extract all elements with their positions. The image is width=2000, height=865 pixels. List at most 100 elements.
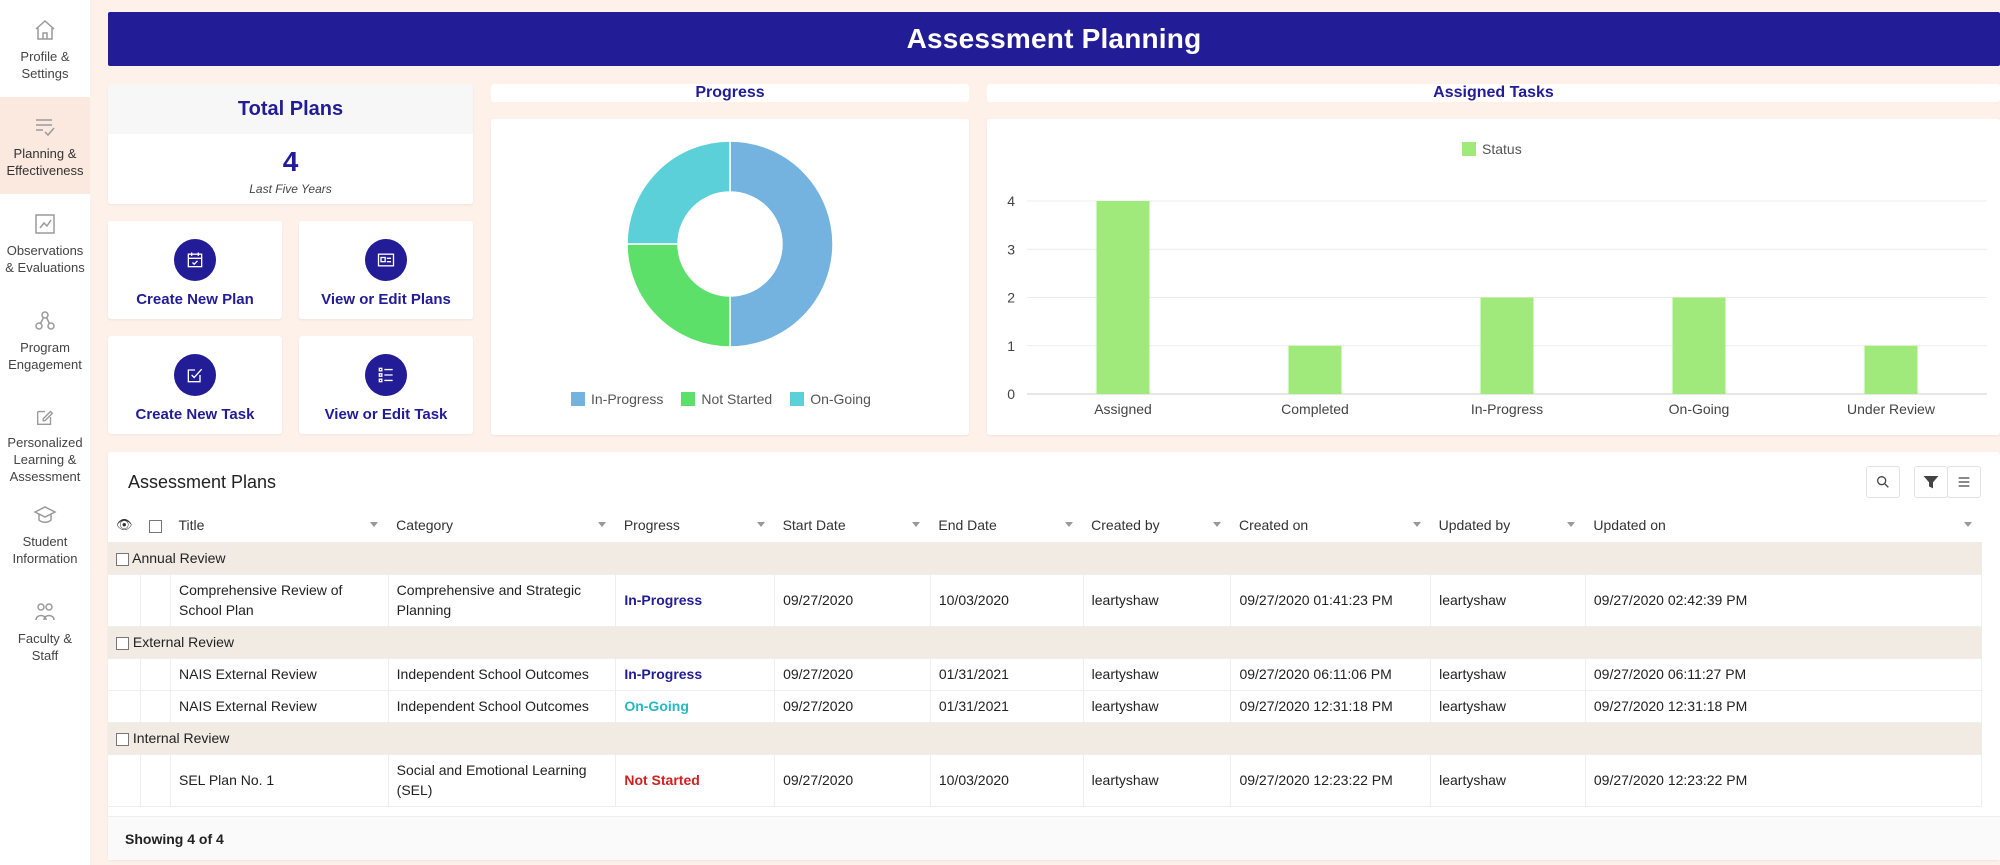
legend-item-in-progress[interactable]: In-Progress xyxy=(571,391,663,407)
column-header-updated-on[interactable]: Updated on xyxy=(1585,508,1982,543)
search-button[interactable] xyxy=(1866,466,1900,498)
bar-under-review[interactable] xyxy=(1864,345,1918,394)
column-label: Category xyxy=(396,516,453,533)
cell-start-date: 09/27/2020 xyxy=(774,574,931,627)
home-icon xyxy=(35,19,55,40)
legend-item-not-started[interactable]: Not Started xyxy=(681,391,772,407)
legend-item-on-going[interactable]: On-Going xyxy=(790,391,871,407)
row-spacer xyxy=(140,754,171,807)
group-checkbox[interactable] xyxy=(116,552,129,566)
sidebar-item-planning[interactable]: Planning & Effectiveness xyxy=(0,97,90,194)
bar-assigned[interactable] xyxy=(1096,201,1150,394)
cell-progress: On-Going xyxy=(615,690,776,723)
group-cell: Internal Review xyxy=(108,722,1982,755)
cell-title[interactable]: NAIS External Review xyxy=(170,658,389,691)
sidebar-item-student[interactable]: Student Information xyxy=(0,485,90,582)
chevron-down-icon[interactable] xyxy=(1065,522,1074,527)
donut-slice-in-progress[interactable] xyxy=(729,140,834,348)
sidebar-item-faculty[interactable]: Faculty & Staff xyxy=(0,582,90,679)
chevron-down-icon[interactable] xyxy=(1212,522,1221,527)
calendar-icon xyxy=(174,239,216,281)
column-header-created-by[interactable]: Created by xyxy=(1083,508,1231,543)
column-header-created-on[interactable]: Created on xyxy=(1230,508,1431,543)
sidebar-item-profile[interactable]: Profile & Settings xyxy=(0,0,90,97)
progress-donut-chart xyxy=(626,140,834,348)
view-plans-button[interactable]: View or Edit Plans xyxy=(299,221,473,319)
y-tick-label: 0 xyxy=(1007,386,1015,402)
filter-button[interactable] xyxy=(1914,466,1948,498)
table-row[interactable]: Comprehensive Review of School Plan Compr… xyxy=(108,574,1983,627)
legend-label: Not Started xyxy=(701,391,773,407)
edit-icon xyxy=(36,410,54,426)
cell-created-on: 09/27/2020 12:31:18 PM xyxy=(1230,690,1432,723)
column-header-category[interactable]: Category xyxy=(388,508,616,543)
tasks-chart-card: Status 0 1 2 3 4 Assigned Completed In-Progress… xyxy=(987,119,2000,435)
legend-swatch xyxy=(681,392,696,406)
group-row[interactable]: Internal Review xyxy=(108,722,1982,755)
chevron-down-icon[interactable] xyxy=(370,522,379,527)
group-icon xyxy=(35,603,55,621)
create-plan-label: Create New Plan xyxy=(136,291,254,308)
cell-created-by: leartyshaw xyxy=(1083,658,1232,691)
table-row[interactable]: NAIS External Review Independent School O… xyxy=(108,658,1983,691)
group-checkbox[interactable] xyxy=(116,732,129,746)
x-tick-label: Assigned xyxy=(1094,401,1152,417)
graduation-icon xyxy=(33,506,57,523)
sidebar-item-program[interactable]: Program Engagement xyxy=(0,291,90,388)
page-title: Assessment Planning xyxy=(906,23,1202,54)
row-spacer xyxy=(108,574,142,627)
legend-label: In-Progress xyxy=(591,391,664,407)
group-label: Annual Review xyxy=(132,550,226,566)
create-task-button[interactable]: Create New Task xyxy=(108,336,282,434)
progress-legend: In-Progress Not Started On-Going xyxy=(571,391,889,407)
bar-on-going[interactable] xyxy=(1672,297,1726,395)
table-row[interactable]: SEL Plan No. 1 Social and Emotional Learn… xyxy=(108,754,1983,807)
cell-title[interactable]: SEL Plan No. 1 xyxy=(170,754,389,807)
cell-title[interactable]: NAIS External Review xyxy=(170,690,389,723)
chevron-down-icon[interactable] xyxy=(1567,522,1576,527)
chevron-down-icon[interactable] xyxy=(597,522,606,527)
column-header-progress[interactable]: Progress xyxy=(615,508,775,543)
column-header-start-date[interactable]: Start Date xyxy=(774,508,931,543)
group-row[interactable]: External Review xyxy=(108,626,1982,659)
y-tick-label: 3 xyxy=(1007,241,1015,257)
sidebar-item-observations[interactable]: Observations & Evaluations xyxy=(0,194,90,291)
tasks-panel-title: Assigned Tasks xyxy=(1433,84,1554,101)
bar-in-progress[interactable] xyxy=(1480,297,1534,395)
group-checkbox[interactable] xyxy=(116,636,129,650)
cell-title[interactable]: Comprehensive Review of School Plan xyxy=(170,574,389,627)
donut-slice-not-started[interactable] xyxy=(626,243,731,348)
total-plans-header: Total Plans xyxy=(108,84,473,134)
table-footer: Showing 4 of 4 xyxy=(108,816,2000,860)
select-all-column[interactable] xyxy=(140,508,171,543)
column-header-title[interactable]: Title xyxy=(170,508,389,543)
network-icon xyxy=(35,311,55,330)
chevron-down-icon[interactable] xyxy=(912,522,921,527)
cell-updated-by: leartyshaw xyxy=(1430,658,1586,691)
sidebar: Profile & Settings Planning & Effectiven… xyxy=(0,0,90,865)
visibility-column[interactable]: 👁 xyxy=(108,508,141,543)
select-all-checkbox[interactable] xyxy=(148,519,162,533)
column-header-updated-by[interactable]: Updated by xyxy=(1430,508,1586,543)
sidebar-item-personalized[interactable]: Personalized Learning & Assessment xyxy=(0,388,90,485)
donut-slice-on-going[interactable] xyxy=(626,140,731,245)
column-header-end-date[interactable]: End Date xyxy=(930,508,1084,543)
row-spacer xyxy=(140,658,171,691)
create-plan-button[interactable]: Create New Plan xyxy=(108,221,282,319)
checklist-icon xyxy=(36,119,55,137)
column-label: Created on xyxy=(1238,516,1309,533)
cell-updated-on: 09/27/2020 12:31:18 PM xyxy=(1585,690,1983,723)
view-tasks-button[interactable]: View or Edit Task xyxy=(299,336,473,434)
chevron-down-icon[interactable] xyxy=(756,522,765,527)
chevron-down-icon[interactable] xyxy=(1412,522,1421,527)
group-row[interactable]: Annual Review xyxy=(108,542,1982,575)
row-spacer xyxy=(108,754,142,807)
progress-panel-title: Progress xyxy=(695,84,765,101)
bar-completed[interactable] xyxy=(1288,345,1342,394)
sidebar-item-label: Planning & Effectiveness xyxy=(6,146,84,178)
table-row[interactable]: NAIS External Review Independent School O… xyxy=(108,690,1983,723)
menu-button[interactable] xyxy=(1947,466,1981,498)
group-label: Internal Review xyxy=(132,730,230,746)
chevron-down-icon[interactable] xyxy=(1963,522,1972,527)
tasks-panel-header: Assigned Tasks xyxy=(987,84,2000,102)
